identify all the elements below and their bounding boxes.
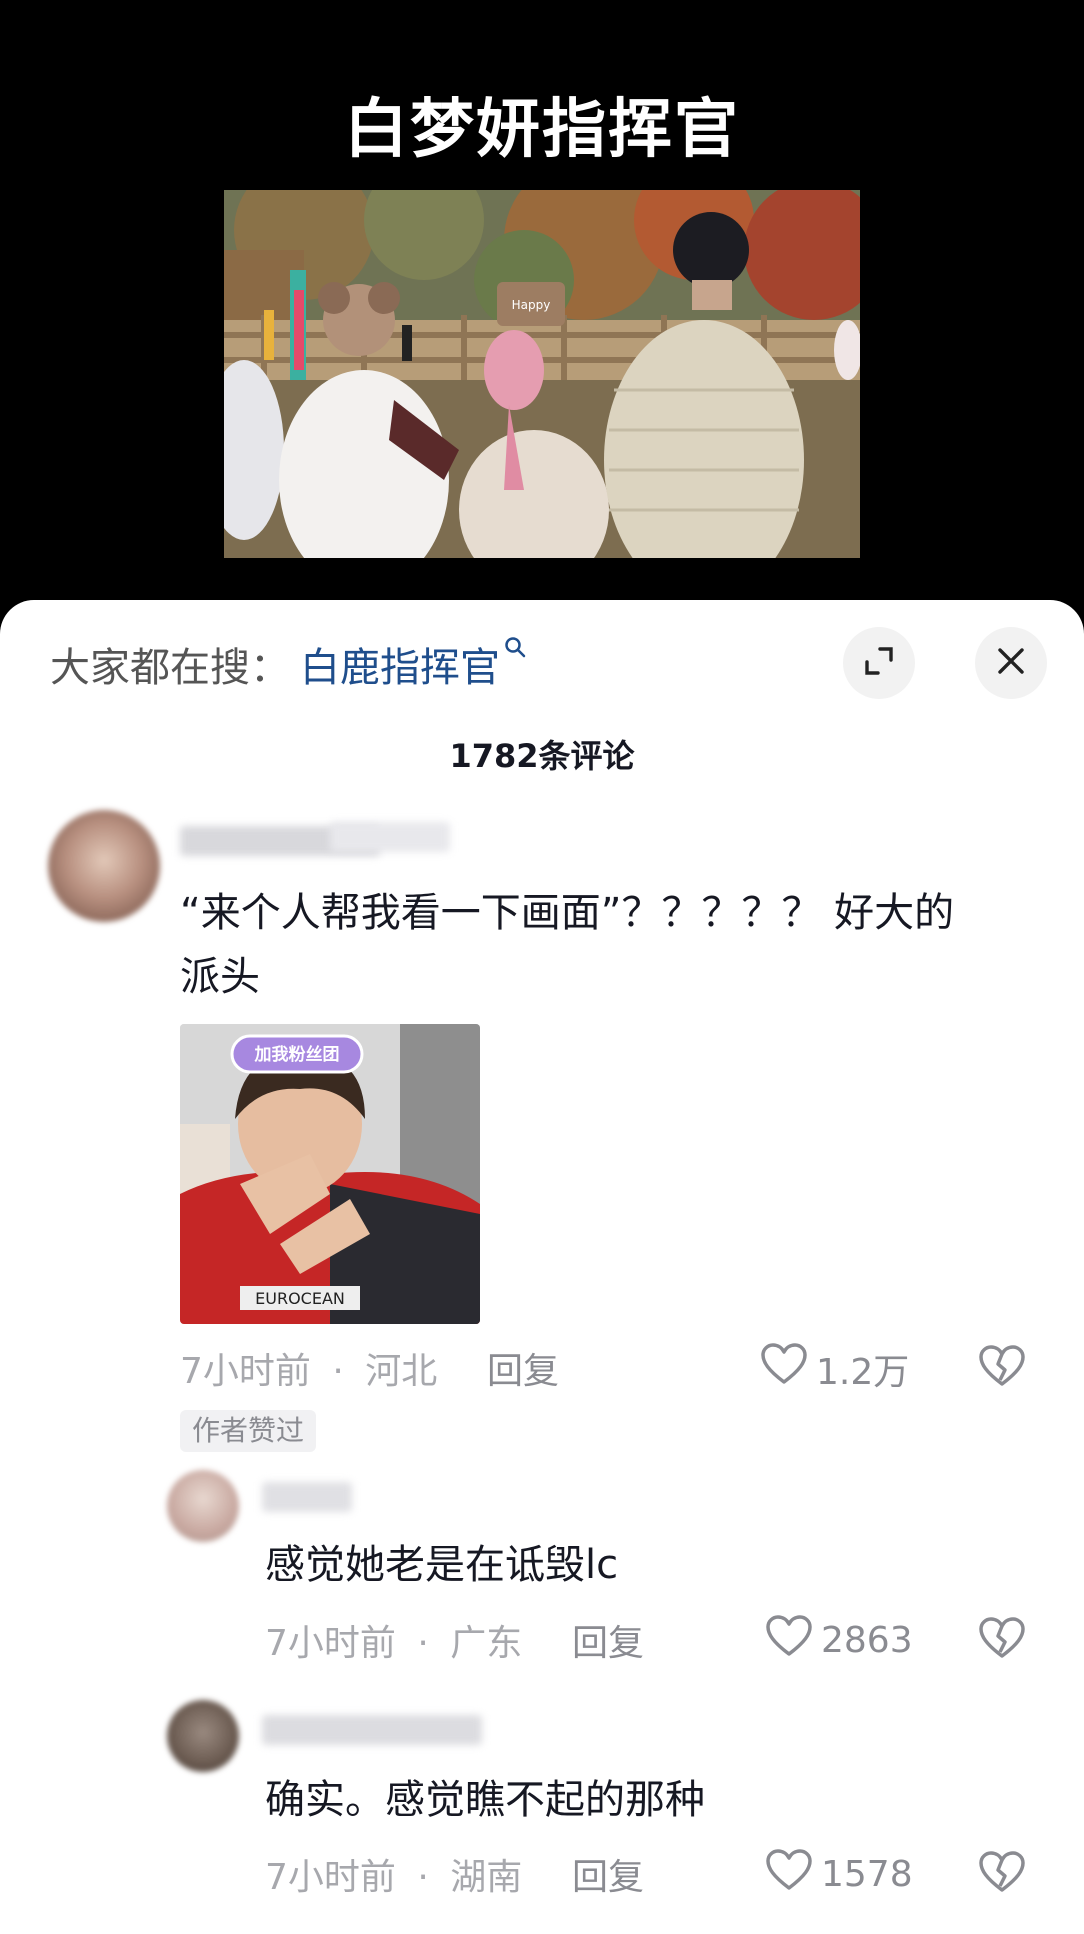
heart-icon	[765, 1614, 821, 1667]
meta-separator: ·	[332, 1351, 344, 1392]
comments-sheet	[0, 600, 1084, 1934]
expand-button[interactable]	[843, 627, 915, 699]
dislike-button[interactable]	[978, 1850, 1026, 1898]
comment-text-line: 派头	[180, 954, 260, 1000]
dislike-button[interactable]	[978, 1616, 1026, 1664]
like-button[interactable]: 1578	[765, 1848, 913, 1901]
sign-text: Happy	[512, 298, 551, 312]
video-player[interactable]: 白梦妍指挥官 Happy	[0, 0, 1084, 666]
search-icon[interactable]	[504, 636, 526, 664]
comment-text-line: “来个人帮我看一下画面”？？？？？ 好大的	[180, 890, 955, 936]
comment-location: 湖南	[450, 1857, 523, 1898]
reply-button[interactable]: 回复	[487, 1342, 559, 1394]
reply-button[interactable]: 回复	[572, 1614, 644, 1666]
avatar[interactable]	[167, 1700, 239, 1772]
heart-icon	[765, 1848, 821, 1901]
like-count: 2863	[821, 1620, 913, 1661]
broken-heart-icon	[978, 1617, 1026, 1664]
comment-meta: 7小时前 · 广东	[265, 1614, 522, 1666]
trending-search-row[interactable]: 大家都在搜： 白鹿指挥官	[50, 637, 526, 691]
video-title: 白梦妍指挥官	[344, 93, 740, 167]
avatar[interactable]	[167, 1470, 239, 1542]
broken-heart-icon	[978, 1345, 1026, 1392]
sticker-badge-text: 加我粉丝团	[254, 1044, 340, 1065]
like-count: 1.2万	[816, 1351, 910, 1393]
like-count: 1578	[821, 1854, 913, 1895]
comment-time: 7小时前	[265, 1623, 396, 1664]
comment-time: 7小时前	[180, 1351, 311, 1392]
expand-icon	[862, 644, 896, 682]
meta-separator: ·	[417, 1623, 429, 1664]
like-button[interactable]: 1.2万	[760, 1342, 909, 1395]
meta-separator: ·	[417, 1857, 429, 1898]
comment-meta: 7小时前 · 湖南	[265, 1848, 522, 1900]
username-blurred[interactable]	[262, 1715, 482, 1745]
comment-sticker-image[interactable]: EUROCEAN 加我粉丝团	[180, 1024, 480, 1324]
video-scene-image: Happy	[224, 190, 860, 558]
comment-count: 1782条评论	[449, 737, 635, 775]
dislike-button[interactable]	[978, 1344, 1026, 1392]
comment-location: 广东	[450, 1623, 523, 1664]
video-frame[interactable]: Happy	[224, 190, 860, 558]
close-button[interactable]	[975, 627, 1047, 699]
broken-heart-icon	[978, 1851, 1026, 1898]
comment-text: 感觉她老是在诋毁lc	[265, 1542, 619, 1588]
close-icon	[996, 646, 1026, 680]
trending-search-term[interactable]: 白鹿指挥官	[300, 635, 500, 693]
comment-meta: 7小时前 · 河北	[180, 1342, 437, 1394]
shirt-text: EUROCEAN	[255, 1289, 345, 1308]
comment-time: 7小时前	[265, 1857, 396, 1898]
author-liked-badge: 作者赞过	[180, 1410, 317, 1452]
heart-icon	[760, 1342, 816, 1395]
reply-button[interactable]: 回复	[572, 1848, 644, 1900]
username-blurred-extra	[330, 822, 450, 852]
comment-text: “来个人帮我看一下画面”？？？？？ 好大的 派头	[180, 881, 1040, 1009]
like-button[interactable]: 2863	[765, 1614, 913, 1667]
comment-text: 确实。感觉瞧不起的那种	[265, 1777, 705, 1823]
avatar[interactable]	[48, 810, 160, 922]
comment-location: 河北	[365, 1351, 438, 1392]
username-blurred[interactable]	[262, 1482, 352, 1512]
trending-search-prefix: 大家都在搜：	[50, 645, 290, 691]
